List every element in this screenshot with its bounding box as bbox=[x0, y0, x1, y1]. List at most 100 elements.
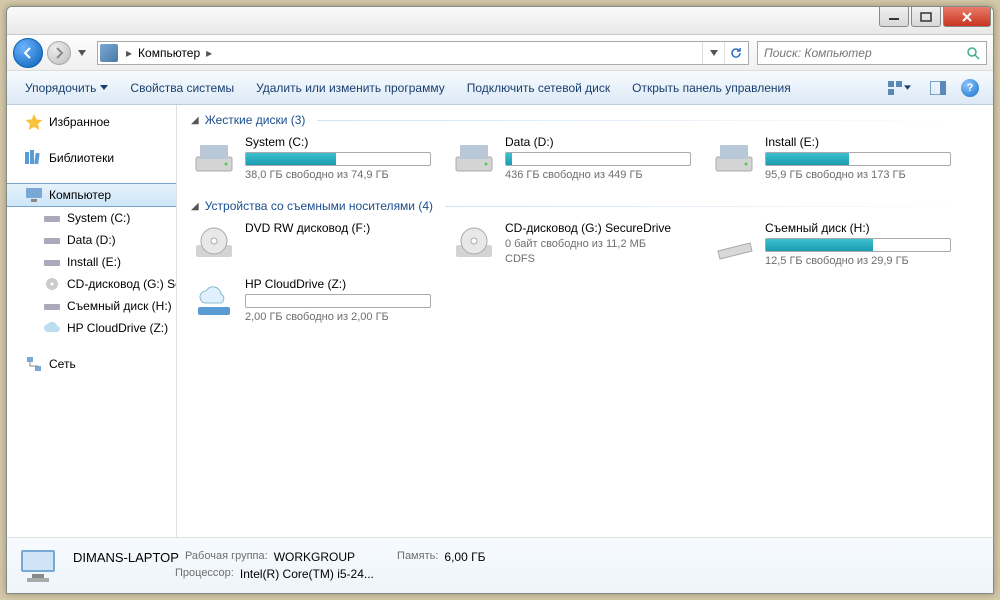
drive-item[interactable]: Data (D:) 436 ГБ свободно из 449 ГБ bbox=[451, 135, 691, 181]
sidebar-drive-h[interactable]: Съемный диск (H:) bbox=[7, 295, 176, 317]
drive-item[interactable]: HP CloudDrive (Z:) 2,00 ГБ свободно из 2… bbox=[191, 277, 431, 323]
sidebar-libraries[interactable]: Библиотеки bbox=[7, 147, 176, 169]
workgroup-label: Рабочая группа: bbox=[185, 550, 268, 565]
drive-name: Data (D:) bbox=[505, 135, 691, 149]
search-input[interactable] bbox=[764, 46, 966, 60]
details-pane: DIMANS-LAPTOP Рабочая группа: WORKGROUP … bbox=[7, 537, 993, 593]
sidebar-item-label: Съемный диск (H:) bbox=[67, 299, 172, 313]
section-label: Жесткие диски (3) bbox=[205, 113, 306, 127]
collapse-icon: ◢ bbox=[191, 115, 199, 126]
sidebar-item-label: Install (E:) bbox=[67, 255, 121, 269]
map-network-drive-button[interactable]: Подключить сетевой диск bbox=[457, 77, 620, 99]
drive-free-space: 2,00 ГБ свободно из 2,00 ГБ bbox=[245, 311, 431, 323]
sidebar-item-label: Data (D:) bbox=[67, 233, 116, 247]
content-area: ◢ Жесткие диски (3) System (C:) 38,0 ГБ … bbox=[177, 105, 993, 537]
libraries-icon bbox=[25, 150, 43, 166]
drive-name: CD-дисковод (G:) SecureDrive bbox=[505, 221, 691, 235]
breadcrumb-separator-icon[interactable]: ▸ bbox=[122, 46, 136, 60]
sidebar-item-label: HP CloudDrive (Z:) bbox=[67, 321, 168, 335]
drive-icon bbox=[191, 221, 237, 265]
sidebar-drive-d[interactable]: Data (D:) bbox=[7, 229, 176, 251]
cpu-value: Intel(R) Core(TM) i5-24... bbox=[240, 567, 374, 581]
computer-name: DIMANS-LAPTOP bbox=[73, 550, 179, 565]
drive-icon bbox=[451, 221, 497, 265]
network-icon bbox=[25, 356, 43, 372]
computer-large-icon bbox=[17, 546, 61, 586]
sidebar-item-label: CD-дисковод (G:) Se bbox=[67, 277, 176, 291]
drive-item[interactable]: DVD RW дисковод (F:) bbox=[191, 221, 431, 267]
forward-button[interactable] bbox=[47, 41, 71, 65]
drive-icon bbox=[711, 221, 757, 265]
history-dropdown[interactable] bbox=[75, 42, 89, 64]
drive-icon bbox=[43, 210, 61, 226]
section-removable[interactable]: ◢ Устройства со съемными носителями (4) bbox=[191, 199, 979, 213]
back-button[interactable] bbox=[13, 38, 43, 68]
drive-filesystem: CDFS bbox=[505, 253, 691, 265]
sidebar-item-label: Библиотеки bbox=[49, 151, 114, 165]
drive-icon bbox=[191, 277, 237, 321]
uninstall-program-button[interactable]: Удалить или изменить программу bbox=[246, 77, 455, 99]
refresh-button[interactable] bbox=[724, 42, 746, 64]
maximize-button[interactable] bbox=[911, 7, 941, 27]
drive-item[interactable]: CD-дисковод (G:) SecureDrive 0 байт своб… bbox=[451, 221, 691, 267]
minimize-button[interactable] bbox=[879, 7, 909, 27]
section-hard-drives[interactable]: ◢ Жесткие диски (3) bbox=[191, 113, 979, 127]
drive-name: Install (E:) bbox=[765, 135, 951, 149]
star-icon bbox=[25, 114, 43, 130]
sidebar-item-label: Сеть bbox=[49, 357, 76, 371]
sidebar-favorites[interactable]: Избранное bbox=[7, 111, 176, 133]
address-dropdown[interactable] bbox=[702, 42, 724, 64]
sidebar-item-label: System (C:) bbox=[67, 211, 130, 225]
sidebar-item-label: Избранное bbox=[49, 115, 110, 129]
section-label: Устройства со съемными носителями (4) bbox=[205, 199, 433, 213]
sidebar-computer[interactable]: Компьютер bbox=[7, 183, 176, 207]
sidebar-drive-g[interactable]: CD-дисковод (G:) Se bbox=[7, 273, 176, 295]
drive-icon bbox=[43, 232, 61, 248]
capacity-bar bbox=[505, 152, 691, 166]
search-box[interactable] bbox=[757, 41, 987, 65]
system-properties-button[interactable]: Свойства системы bbox=[120, 77, 244, 99]
help-icon: ? bbox=[961, 79, 979, 97]
body: Избранное Библиотеки Компьютер System (C… bbox=[7, 105, 993, 537]
drive-free-space: 12,5 ГБ свободно из 29,9 ГБ bbox=[765, 255, 951, 267]
capacity-bar bbox=[245, 152, 431, 166]
drive-item[interactable]: Съемный диск (H:) 12,5 ГБ свободно из 29… bbox=[711, 221, 951, 267]
sidebar-network[interactable]: Сеть bbox=[7, 353, 176, 375]
drive-free-space: 436 ГБ свободно из 449 ГБ bbox=[505, 169, 691, 181]
capacity-bar bbox=[765, 238, 951, 252]
address-bar[interactable]: ▸ Компьютер ▸ bbox=[97, 41, 749, 65]
breadcrumb-location[interactable]: Компьютер bbox=[136, 46, 202, 60]
drive-name: Съемный диск (H:) bbox=[765, 221, 951, 235]
organize-label: Упорядочить bbox=[25, 81, 96, 95]
disc-icon bbox=[43, 276, 61, 292]
close-button[interactable] bbox=[943, 7, 991, 27]
preview-pane-button[interactable] bbox=[923, 75, 953, 101]
computer-icon bbox=[25, 187, 43, 203]
capacity-bar bbox=[765, 152, 951, 166]
sidebar-drive-e[interactable]: Install (E:) bbox=[7, 251, 176, 273]
drive-icon bbox=[711, 135, 757, 179]
drive-name: System (C:) bbox=[245, 135, 431, 149]
help-button[interactable]: ? bbox=[955, 75, 985, 101]
control-panel-button[interactable]: Открыть панель управления bbox=[622, 77, 801, 99]
drive-icon bbox=[451, 135, 497, 179]
titlebar bbox=[7, 7, 993, 35]
breadcrumb-separator-icon[interactable]: ▸ bbox=[202, 46, 216, 60]
memory-label: Память: bbox=[397, 550, 438, 565]
organize-menu[interactable]: Упорядочить bbox=[15, 77, 118, 99]
view-mode-button[interactable] bbox=[877, 75, 921, 101]
memory-value: 6,00 ГБ bbox=[444, 550, 485, 565]
drive-item[interactable]: System (C:) 38,0 ГБ свободно из 74,9 ГБ bbox=[191, 135, 431, 181]
search-icon bbox=[966, 46, 980, 60]
drive-item[interactable]: Install (E:) 95,9 ГБ свободно из 173 ГБ bbox=[711, 135, 951, 181]
sidebar-drive-c[interactable]: System (C:) bbox=[7, 207, 176, 229]
drive-name: DVD RW дисковод (F:) bbox=[245, 221, 431, 235]
drive-free-space: 95,9 ГБ свободно из 173 ГБ bbox=[765, 169, 951, 181]
collapse-icon: ◢ bbox=[191, 201, 199, 212]
toolbar: Упорядочить Свойства системы Удалить или… bbox=[7, 71, 993, 105]
sidebar-drive-z[interactable]: HP CloudDrive (Z:) bbox=[7, 317, 176, 339]
explorer-window: ▸ Компьютер ▸ Упорядочить Свойства систе… bbox=[6, 6, 994, 594]
cloud-icon bbox=[43, 320, 61, 336]
sidebar-item-label: Компьютер bbox=[49, 188, 111, 202]
workgroup-value: WORKGROUP bbox=[274, 550, 355, 565]
